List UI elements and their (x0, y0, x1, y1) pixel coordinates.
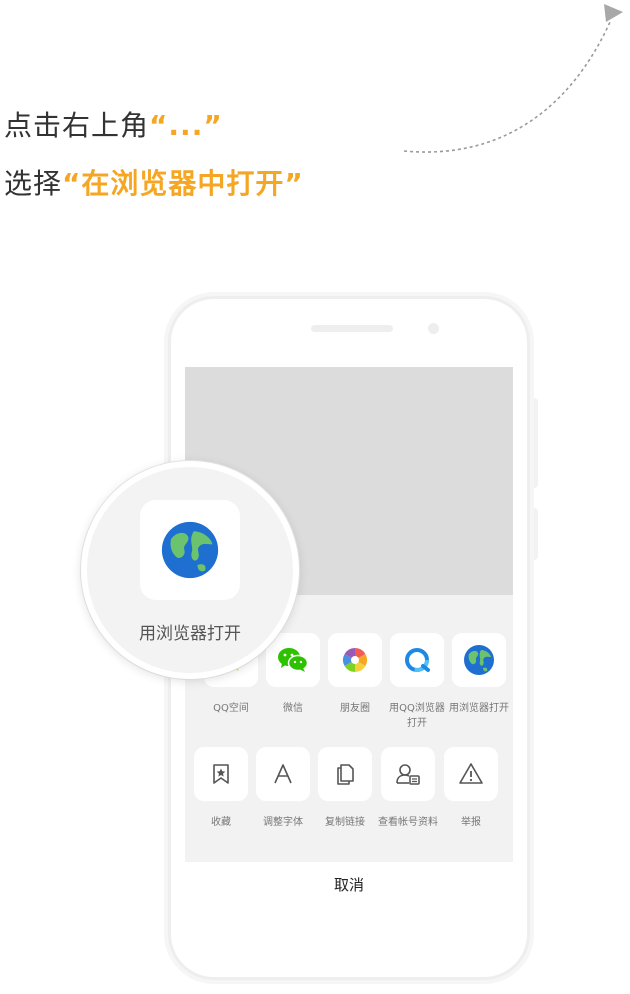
phone-side-button-upper (530, 398, 538, 488)
guide-page: 点击右上角“...” 选择“在浏览器中打开” QQ空间 微信 朋友圈 用QQ浏览… (0, 0, 630, 994)
action-item-label: 查看帐号资料 (378, 817, 438, 828)
share-item-label: QQ空间 (213, 703, 249, 714)
magnifier-callout: 用浏览器打开 (81, 461, 299, 679)
globe-icon (452, 633, 506, 687)
magnifier-label: 用浏览器打开 (139, 624, 241, 644)
instruction-2-highlight: “在浏览器中打开” (62, 167, 304, 200)
share-item-label: 朋友圈 (340, 703, 370, 714)
phone-speaker (311, 325, 393, 332)
action-item-favorite[interactable]: 收藏 (190, 747, 252, 830)
phone-camera (428, 323, 439, 334)
copy-icon (318, 747, 372, 801)
share-item-browser[interactable]: 用浏览器打开 (448, 633, 510, 716)
instruction-2-text: 选择 (4, 167, 63, 200)
share-item-wechat[interactable]: 微信 (262, 633, 324, 716)
font-icon (256, 747, 310, 801)
share-item-label: 用QQ浏览器打开 (389, 703, 445, 729)
bookmark-star-icon (194, 747, 248, 801)
warning-icon (444, 747, 498, 801)
action-item-label: 调整字体 (263, 817, 303, 828)
action-item-label: 举报 (461, 817, 481, 828)
moments-icon (328, 633, 382, 687)
share-item-label: 微信 (283, 703, 303, 714)
phone-side-button-lower (530, 508, 538, 560)
instruction-line-1: 点击右上角“...” (4, 104, 223, 144)
cancel-button[interactable]: 取消 (185, 862, 513, 908)
action-item-label: 复制链接 (325, 817, 365, 828)
action-item-font[interactable]: 调整字体 (252, 747, 314, 830)
action-item-report[interactable]: 举报 (440, 747, 502, 830)
qq-browser-icon (390, 633, 444, 687)
action-item-account-info[interactable]: 查看帐号资料 (377, 747, 439, 830)
share-item-moments[interactable]: 朋友圈 (324, 633, 386, 716)
instruction-1-text: 点击右上角 (4, 109, 150, 142)
share-item-qq-browser[interactable]: 用QQ浏览器打开 (386, 633, 448, 731)
instruction-1-highlight: “...” (149, 109, 223, 142)
instruction-line-2: 选择“在浏览器中打开” (4, 162, 304, 202)
action-item-label: 收藏 (211, 817, 231, 828)
action-item-copy-link[interactable]: 复制链接 (314, 747, 376, 830)
profile-card-icon (381, 747, 435, 801)
globe-icon (140, 500, 240, 600)
share-item-label: 用浏览器打开 (449, 703, 509, 714)
